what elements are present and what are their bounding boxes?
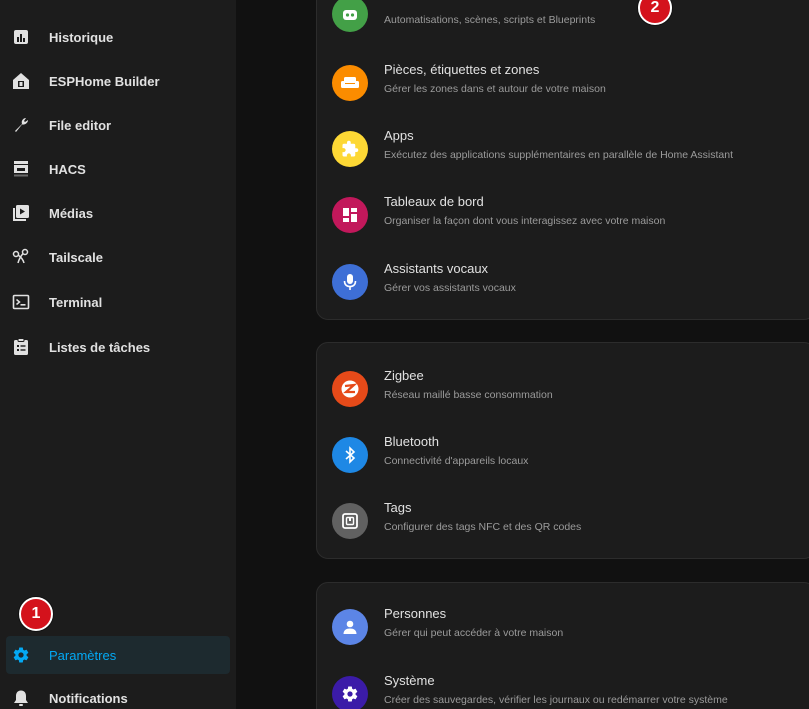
zigbee-icon <box>332 371 368 407</box>
row-title: Système <box>384 673 435 688</box>
row-title: Assistants vocaux <box>384 261 489 276</box>
row-subtitle: Réseau maillé basse consommation <box>384 389 553 401</box>
row-subtitle: Gérer qui peut accéder à votre maison <box>384 627 564 639</box>
row-subtitle: Créer des sauvegardes, vérifier les jour… <box>384 694 728 706</box>
sidebar-item-medias[interactable]: Médias <box>0 191 236 235</box>
settings-row-tags[interactable]: Tags Configurer des tags NFC et des QR c… <box>332 500 802 546</box>
sidebar-item-label: Historique <box>49 29 114 45</box>
wrench-icon <box>10 114 32 136</box>
row-title: Personnes <box>384 606 447 621</box>
sidebar-item-label: File editor <box>49 117 112 133</box>
microphone-icon <box>332 264 368 300</box>
sidebar-item-listes-de-taches[interactable]: Listes de tâches <box>0 325 236 369</box>
row-title: Tags <box>384 500 412 515</box>
gutter <box>236 0 316 709</box>
settings-row-zigbee[interactable]: Zigbee Réseau maillé basse consommation <box>332 368 802 414</box>
row-subtitle: Gérer vos assistants vocaux <box>384 282 516 294</box>
sidebar-item-label: Paramètres <box>49 647 117 663</box>
clipboard-list-icon <box>10 336 32 358</box>
esphome-icon <box>10 70 32 92</box>
row-title: Bluetooth <box>384 434 439 449</box>
nfc-tag-icon <box>332 503 368 539</box>
sidebar-item-notifications[interactable]: Notifications <box>0 676 236 709</box>
sidebar-item-label: Notifications <box>49 690 128 706</box>
sidebar-item-parametres[interactable]: Paramètres <box>6 636 230 674</box>
hacs-store-icon <box>10 158 32 180</box>
sidebar-item-file-editor[interactable]: File editor <box>0 103 236 147</box>
settings-row-pieces-etiquettes-zones[interactable]: Pièces, étiquettes et zones Gérer les zo… <box>332 62 802 108</box>
row-title: Pièces, étiquettes et zones <box>384 62 540 77</box>
settings-row-automatisations[interactable]: Automatisations, scènes, scripts et Blue… <box>332 0 802 39</box>
settings-row-assistants-vocaux[interactable]: Assistants vocaux Gérer vos assistants v… <box>332 261 802 307</box>
settings-row-tableaux-de-bord[interactable]: Tableaux de bord Organiser la façon dont… <box>332 194 802 240</box>
console-icon <box>10 291 32 313</box>
sidebar-item-label: ESPHome Builder <box>49 73 160 89</box>
dashboard-icon <box>332 197 368 233</box>
bluetooth-icon <box>332 437 368 473</box>
row-title: Apps <box>384 128 414 143</box>
sidebar-item-hacs[interactable]: HACS <box>0 147 236 191</box>
sofa-icon <box>332 65 368 101</box>
row-subtitle: Exécutez des applications supplémentaire… <box>384 149 734 161</box>
sidebar-item-label: Tailscale <box>49 249 103 265</box>
puzzle-icon <box>332 131 368 167</box>
sidebar-item-historique[interactable]: Historique <box>0 15 236 59</box>
row-subtitle: Gérer les zones dans et autour de votre … <box>384 83 606 95</box>
row-title: Zigbee <box>384 368 424 383</box>
sidebar-item-label: Terminal <box>49 294 103 310</box>
bell-icon <box>10 687 32 709</box>
row-subtitle: Automatisations, scènes, scripts et Blue… <box>384 14 596 26</box>
chart-box-icon <box>10 26 32 48</box>
row-subtitle: Configurer des tags NFC et des QR codes <box>384 521 582 533</box>
sidebar-item-esphome-builder[interactable]: ESPHome Builder <box>0 59 236 103</box>
row-subtitle: Organiser la façon dont vous interagisse… <box>384 215 666 227</box>
account-icon <box>332 609 368 645</box>
sidebar-item-label: Médias <box>49 205 94 221</box>
settings-row-systeme[interactable]: Système Créer des sauvegardes, vérifier … <box>332 673 802 709</box>
annotation-badge-1: 1 <box>19 597 53 631</box>
cog-icon <box>332 676 368 709</box>
sidebar-item-label: Listes de tâches <box>49 339 151 355</box>
media-play-icon <box>10 202 32 224</box>
row-subtitle: Connectivité d'appareils locaux <box>384 455 529 467</box>
sidebar-item-label: HACS <box>49 161 86 177</box>
cog-icon <box>10 644 32 666</box>
settings-row-personnes[interactable]: Personnes Gérer qui peut accéder à votre… <box>332 606 802 652</box>
settings-row-bluetooth[interactable]: Bluetooth Connectivité d'appareils locau… <box>332 434 802 480</box>
sidebar-item-tailscale[interactable]: Tailscale <box>0 235 236 279</box>
row-title: Tableaux de bord <box>384 194 484 209</box>
sidebar-item-terminal[interactable]: Terminal <box>0 280 236 324</box>
robot-icon <box>332 0 368 32</box>
tailscale-icon <box>10 246 32 268</box>
settings-row-apps[interactable]: Apps Exécutez des applications supplémen… <box>332 128 802 174</box>
